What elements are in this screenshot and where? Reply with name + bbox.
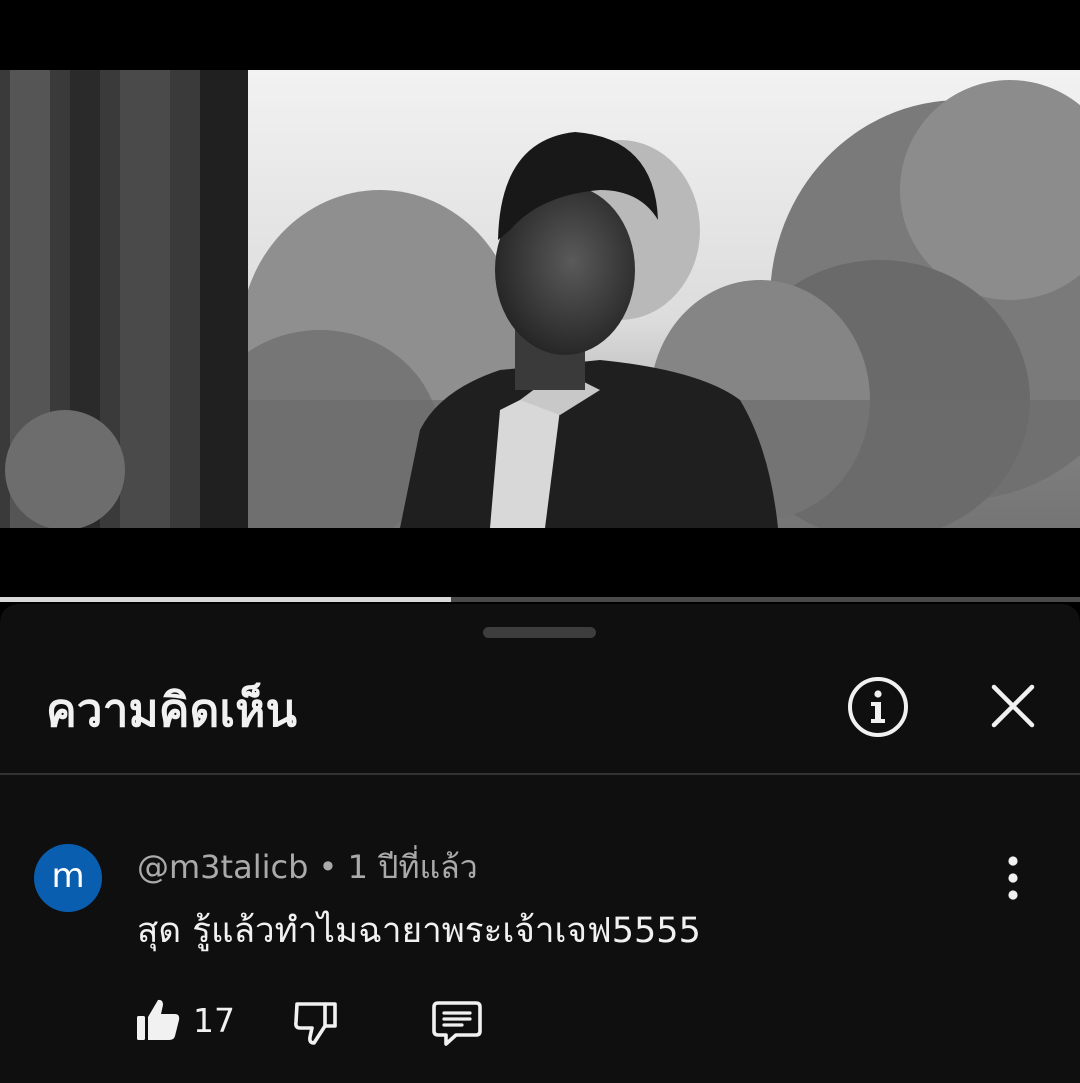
close-button[interactable] bbox=[982, 675, 1044, 737]
video-progress-played bbox=[0, 597, 452, 602]
comment-author[interactable]: @m3talicb bbox=[137, 848, 308, 886]
video-still-image bbox=[0, 70, 1080, 528]
comments-panel: ความคิดเห็น m @m3talicb • 1 ปีที่แล้ว สุ… bbox=[0, 604, 1080, 1083]
video-progress-bar[interactable] bbox=[0, 597, 1080, 602]
panel-divider bbox=[0, 773, 1080, 775]
avatar[interactable]: m bbox=[34, 844, 102, 912]
more-vert-icon bbox=[1008, 856, 1018, 900]
reply-icon bbox=[432, 1001, 482, 1046]
like-button[interactable] bbox=[134, 996, 182, 1044]
avatar-letter: m bbox=[51, 856, 85, 896]
reply-button[interactable] bbox=[430, 998, 484, 1048]
thumbs-down-icon bbox=[294, 1002, 337, 1045]
comments-panel-title: ความคิดเห็น bbox=[46, 683, 297, 737]
like-count: 17 bbox=[193, 1001, 235, 1040]
meta-separator: • bbox=[308, 848, 348, 886]
dislike-button[interactable] bbox=[292, 998, 340, 1046]
video-player[interactable] bbox=[0, 0, 1080, 602]
comment-meta: @m3talicb • 1 ปีที่แล้ว bbox=[137, 846, 478, 888]
comment-more-button[interactable] bbox=[992, 851, 1034, 905]
close-icon bbox=[991, 684, 1035, 728]
thumbs-up-icon bbox=[137, 999, 180, 1040]
video-frame[interactable] bbox=[0, 70, 1080, 528]
info-icon bbox=[848, 677, 908, 737]
drag-handle[interactable] bbox=[483, 627, 596, 638]
comment-time: 1 ปีที่แล้ว bbox=[347, 848, 478, 886]
comment-text: สุด รู้แล้วทำไมฉายาพระเจ้าเจฟ5555 bbox=[137, 911, 701, 951]
info-button[interactable] bbox=[846, 675, 910, 739]
